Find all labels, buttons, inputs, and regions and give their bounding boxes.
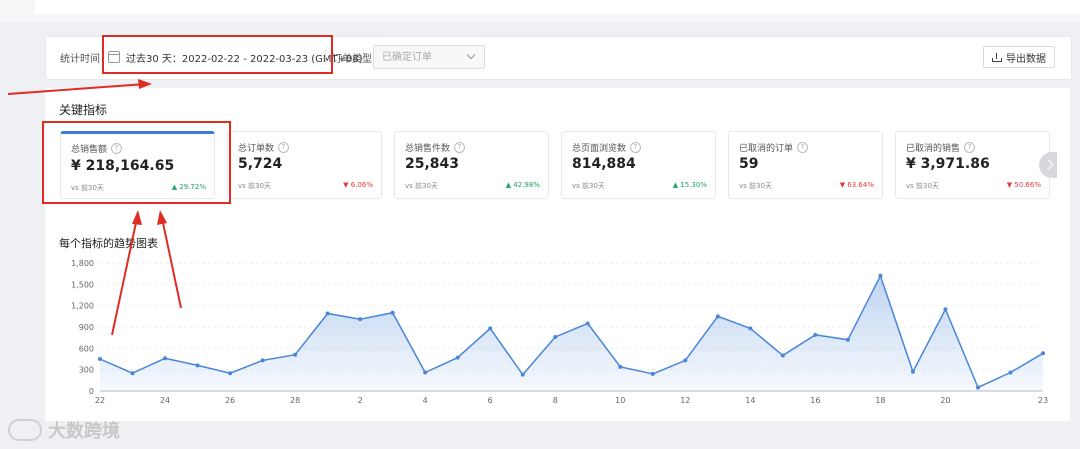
annotation-arrowhead [138, 79, 152, 89]
annotation-arrows [7, 79, 182, 336]
watermark-text: 大数跨境 [48, 421, 120, 442]
annotation-arrowhead [132, 210, 142, 225]
annotation-arrowhead [157, 210, 167, 225]
watermark-logo-icon [8, 419, 42, 441]
watermark: 大数跨境 [8, 417, 120, 443]
annotation-arrow [7, 83, 147, 95]
annotation-arrow [161, 217, 182, 309]
annotation-arrow [111, 217, 138, 336]
